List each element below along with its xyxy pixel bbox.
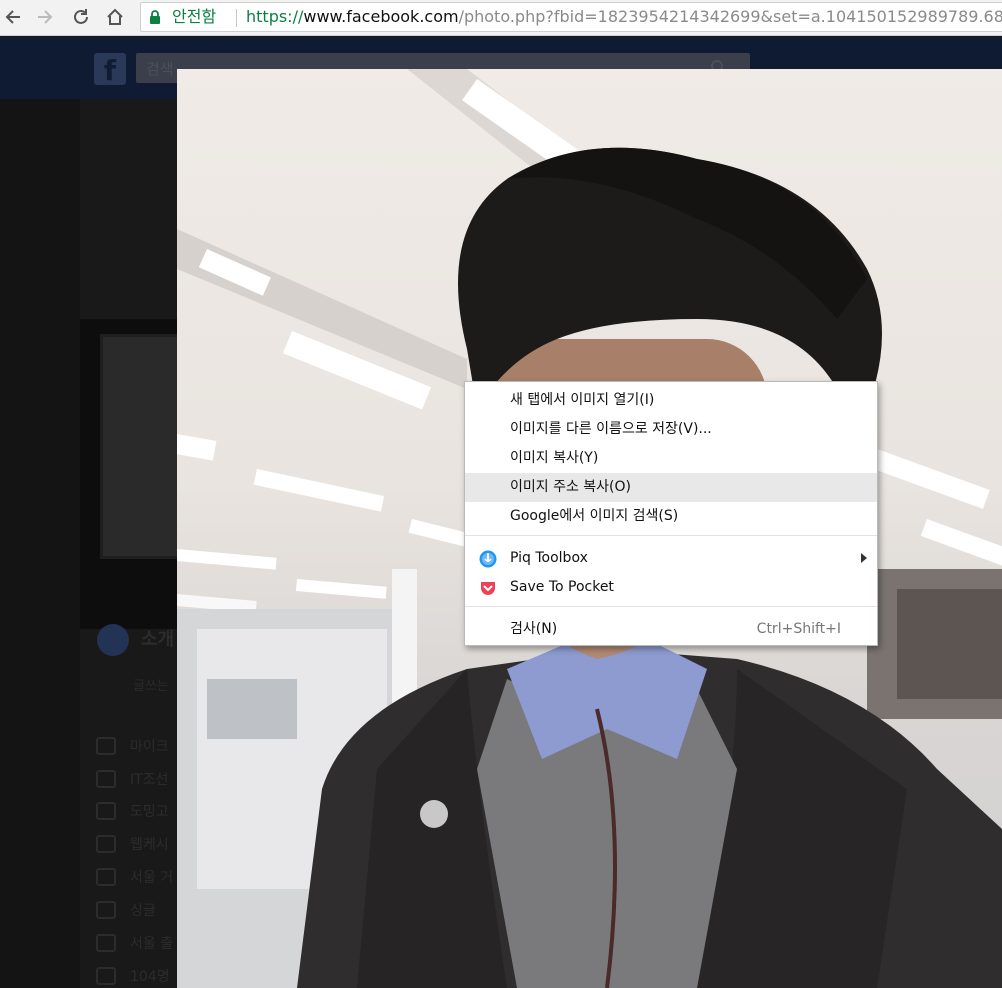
submenu-arrow-icon: [861, 553, 867, 563]
briefcase-icon: [96, 801, 116, 820]
info-row-text[interactable]: 104명: [130, 966, 170, 986]
back-arrow-icon: [5, 10, 20, 24]
info-row: IT조선: [96, 768, 168, 788]
info-row-text[interactable]: 도밍고: [130, 801, 169, 821]
menu-item-open-image-new-tab[interactable]: 새 탭에서 이미지 열기(I): [465, 386, 877, 415]
info-row: 웹케시: [96, 833, 169, 853]
info-row: 서울 거: [96, 866, 173, 886]
menu-item-copy-image-address[interactable]: 이미지 주소 복사(O): [465, 473, 877, 502]
reload-button[interactable]: [68, 4, 94, 30]
briefcase-icon: [96, 736, 116, 755]
info-row-text[interactable]: IT조선: [130, 769, 168, 789]
heart-icon: [96, 900, 116, 919]
secure-label: 안전함: [172, 7, 217, 26]
reload-icon: [74, 9, 88, 24]
menu-separator: [465, 606, 877, 607]
context-menu: 새 탭에서 이미지 열기(I) 이미지를 다른 이름으로 저장(V)... 이미…: [464, 381, 878, 646]
menu-item-save-to-pocket[interactable]: Save To Pocket: [465, 573, 877, 602]
menu-item-label: 이미지 복사(Y): [510, 450, 599, 466]
menu-item-copy-image[interactable]: 이미지 복사(Y): [465, 444, 877, 473]
omnibox-divider: [236, 9, 237, 27]
address-bar[interactable]: 안전함 https://www.facebook.com/photo.php?f…: [140, 2, 1002, 32]
facebook-logo-icon[interactable]: f: [94, 53, 126, 85]
menu-item-inspect[interactable]: 검사(N) Ctrl+Shift+I: [465, 615, 877, 644]
forward-button[interactable]: [32, 4, 58, 30]
followers-icon: [96, 966, 116, 985]
browser-toolbar: 안전함 https://www.facebook.com/photo.php?f…: [0, 0, 1002, 36]
home-icon: [107, 8, 123, 25]
menu-item-label: 이미지를 다른 이름으로 저장(V)...: [510, 421, 712, 437]
menu-item-label: Save To Pocket: [510, 579, 614, 595]
info-row-text[interactable]: 서울 출: [130, 933, 173, 953]
menu-item-label: Piq Toolbox: [510, 550, 588, 566]
info-row: 104명: [96, 965, 170, 985]
lock-icon: [150, 10, 160, 24]
profile-picture[interactable]: [100, 334, 180, 559]
info-row: 서울 출: [96, 932, 173, 952]
search-placeholder: 검색: [146, 60, 174, 78]
menu-item-label: Google에서 이미지 검색(S): [510, 508, 679, 524]
info-row-text: 싱글: [130, 902, 156, 919]
location-pin-icon: [96, 933, 116, 952]
intro-text: 글쓰는: [133, 679, 169, 694]
menu-item-label: 검사(N): [510, 621, 558, 637]
back-button[interactable]: [0, 4, 26, 30]
pocket-icon: [481, 582, 495, 595]
info-row-text[interactable]: 마이크: [130, 736, 169, 756]
info-row-text[interactable]: 웹케시: [130, 834, 169, 854]
briefcase-icon: [96, 834, 116, 853]
menu-item-label: 이미지 주소 복사(O): [510, 479, 632, 495]
url-scheme: https://: [246, 7, 304, 26]
briefcase-icon: [96, 769, 116, 788]
forward-arrow-icon: [38, 10, 53, 24]
menu-item-shortcut: Ctrl+Shift+I: [756, 621, 841, 637]
menu-separator: [465, 535, 877, 536]
globe-icon: [97, 624, 129, 656]
intro-title: 소개: [141, 629, 175, 650]
menu-item-piq-toolbox[interactable]: Piq Toolbox: [465, 544, 877, 573]
url-path: /photo.php?fbid=1823954214342699&set=a.1…: [458, 7, 1002, 26]
url-text: https://www.facebook.com/photo.php?fbid=…: [246, 6, 1002, 28]
home-location-icon: [96, 867, 116, 886]
menu-item-label: 새 탭에서 이미지 열기(I): [510, 392, 655, 408]
info-row: 마이크: [96, 735, 169, 755]
info-row: 싱글: [96, 899, 156, 919]
info-row: 도밍고: [96, 800, 169, 820]
piq-toolbox-icon: [479, 550, 497, 568]
home-button[interactable]: [102, 4, 128, 30]
url-host: www.facebook.com: [303, 7, 459, 26]
menu-item-search-google-image[interactable]: Google에서 이미지 검색(S): [465, 502, 877, 531]
menu-item-save-image-as[interactable]: 이미지를 다른 이름으로 저장(V)...: [465, 415, 877, 444]
info-row-text[interactable]: 서울 거: [130, 867, 173, 887]
